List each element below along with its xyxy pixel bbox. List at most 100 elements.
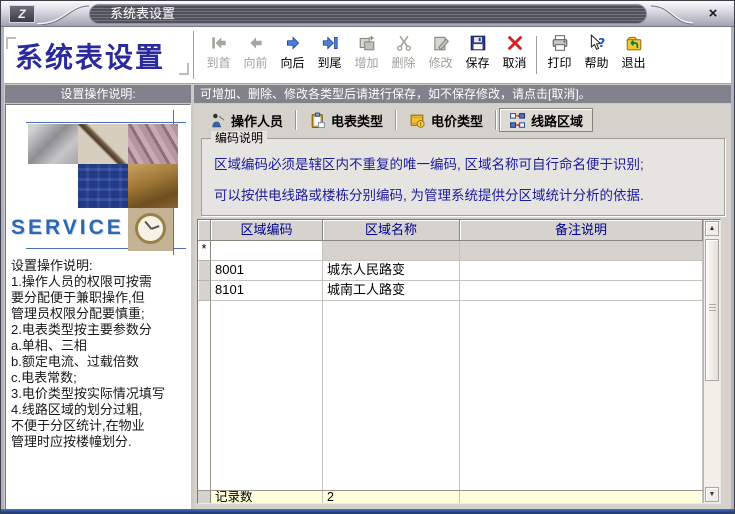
stapler-image bbox=[28, 124, 78, 164]
groupbox-title: 编码说明 bbox=[211, 131, 267, 145]
print-button[interactable]: 打印 bbox=[541, 32, 578, 80]
tab-meter-types[interactable]: 电表类型 bbox=[299, 108, 393, 132]
cell-name[interactable]: 城东人民路变 bbox=[323, 261, 460, 281]
table-row[interactable]: 8101 城南工人路变 bbox=[198, 281, 703, 301]
delete-record-button[interactable]: 删除 bbox=[385, 32, 422, 80]
modify-record-button[interactable]: 修改 bbox=[422, 32, 459, 80]
toolbar-label: 退出 bbox=[621, 54, 645, 71]
row-selector[interactable] bbox=[198, 281, 211, 301]
sidebar: SERVICE 设置操作说明: 1.操作人员的权限可按需 要分配便于兼职操作,但… bbox=[5, 104, 191, 510]
record-count-label: 记录数 bbox=[211, 491, 323, 503]
app-window: Z 系统表设置 × 系统表设置 到首 向前 向 bbox=[0, 0, 735, 514]
row-selector[interactable] bbox=[198, 261, 211, 281]
pencils-image bbox=[128, 124, 178, 164]
toolbar: 到首 向前 向后 到尾 增加 删除 bbox=[200, 32, 652, 80]
toolbar-label: 到首 bbox=[206, 54, 230, 71]
empty-code-column bbox=[211, 301, 323, 490]
tab-label: 电表类型 bbox=[331, 111, 383, 130]
toolbar-label: 删除 bbox=[391, 54, 415, 71]
first-record-button[interactable]: 到首 bbox=[200, 32, 237, 80]
table-footer-row: 记录数 2 bbox=[198, 490, 703, 503]
groupbox-text-line: 区域编码必须是辖区内不重复的唯一编码, 区域名称可自行命名便于识别; bbox=[214, 139, 714, 173]
app-logo-icon: Z bbox=[9, 5, 35, 23]
message-bar: 可增加、删除、修改各类型后请进行保存，如不保存修改，请点击[取消]。 bbox=[194, 85, 732, 103]
window-frame bbox=[731, 27, 734, 509]
cell-code[interactable] bbox=[211, 241, 323, 261]
previous-record-button[interactable]: 向前 bbox=[237, 32, 274, 80]
coding-description-groupbox: 编码说明 区域编码必须是辖区内不重复的唯一编码, 区域名称可自行命名便于识别; … bbox=[201, 138, 725, 216]
cell-code[interactable]: 8001 bbox=[211, 261, 323, 281]
save-icon bbox=[469, 34, 487, 52]
scroll-down-button[interactable]: ▼ bbox=[705, 487, 719, 502]
cancel-icon bbox=[506, 34, 524, 52]
save-button[interactable]: 保存 bbox=[459, 32, 496, 80]
exit-icon bbox=[625, 34, 643, 52]
footer-selector bbox=[198, 491, 211, 503]
watch-hand bbox=[151, 225, 159, 229]
documents-image bbox=[128, 164, 178, 208]
pocket-watch-image bbox=[128, 208, 173, 251]
window-frame-bottom bbox=[1, 509, 734, 513]
last-record-icon bbox=[321, 34, 339, 52]
cell-name[interactable]: 城南工人路变 bbox=[323, 281, 460, 301]
window-title: 系统表设置 bbox=[89, 4, 647, 24]
exit-button[interactable]: 退出 bbox=[615, 32, 652, 80]
vertical-scrollbar[interactable]: ▲ ▼ bbox=[703, 220, 720, 503]
cancel-button[interactable]: 取消 bbox=[496, 32, 533, 80]
collage-line bbox=[26, 122, 186, 123]
scroll-up-button[interactable]: ▲ bbox=[705, 221, 719, 236]
tab-line-regions[interactable]: 线路区域 bbox=[499, 108, 593, 132]
scrollbar-thumb[interactable] bbox=[705, 239, 719, 381]
titlebar[interactable]: Z 系统表设置 × bbox=[1, 1, 734, 27]
cell-note[interactable] bbox=[460, 281, 703, 301]
groupbox-text-line: 可以按供电线路或楼栋分别编码, 为管理系统提供分区域统计分析的依据. bbox=[214, 173, 714, 204]
tab-price-types[interactable]: 电价类型 bbox=[399, 108, 493, 132]
toolbar-label: 修改 bbox=[428, 54, 452, 71]
meter-clipboard-icon bbox=[309, 112, 326, 129]
table-row[interactable]: 8001 城东人民路变 bbox=[198, 261, 703, 281]
cell-code[interactable]: 8101 bbox=[211, 281, 323, 301]
toolbar-label: 保存 bbox=[465, 54, 489, 71]
column-header-note[interactable]: 备注说明 bbox=[460, 220, 703, 241]
next-record-button[interactable]: 向后 bbox=[274, 32, 311, 80]
header-bar: 系统表设置 到首 向前 向后 到尾 增加 bbox=[1, 27, 734, 84]
toolbar-label: 向后 bbox=[280, 54, 304, 71]
keyboard-image bbox=[78, 164, 128, 208]
column-header-name[interactable]: 区域名称 bbox=[323, 220, 460, 241]
watch-face bbox=[135, 213, 166, 244]
help-button[interactable]: ? 帮助 bbox=[578, 32, 615, 80]
operator-person-icon bbox=[209, 112, 226, 129]
sidebar-header-bar: 设置操作说明: bbox=[5, 85, 191, 103]
empty-selector-column bbox=[198, 301, 211, 490]
tab-operators[interactable]: 操作人员 bbox=[199, 108, 293, 132]
table-empty-area bbox=[198, 301, 703, 490]
close-button[interactable]: × bbox=[702, 5, 724, 23]
delete-record-icon bbox=[395, 34, 413, 52]
service-text: SERVICE bbox=[11, 216, 124, 240]
tab-label: 线路区域 bbox=[531, 111, 583, 130]
category-tabs: 操作人员 电表类型 电价类型 线路区域 bbox=[199, 107, 593, 133]
add-record-icon bbox=[358, 34, 376, 52]
svg-text:?: ? bbox=[598, 36, 605, 50]
last-record-button[interactable]: 到尾 bbox=[311, 32, 348, 80]
add-record-button[interactable]: 增加 bbox=[348, 32, 385, 80]
cell-name[interactable] bbox=[323, 241, 460, 261]
toolbar-label: 帮助 bbox=[584, 54, 608, 71]
first-record-icon bbox=[210, 34, 228, 52]
toolbar-label: 增加 bbox=[354, 54, 378, 71]
table-new-row[interactable]: * bbox=[198, 241, 703, 261]
titlebar-swoosh-left bbox=[35, 3, 91, 25]
next-record-icon bbox=[284, 34, 302, 52]
tab-separator bbox=[495, 110, 497, 130]
row-selector-header[interactable] bbox=[198, 220, 211, 241]
cell-note[interactable] bbox=[460, 241, 703, 261]
cell-note[interactable] bbox=[460, 261, 703, 281]
toolbar-label: 取消 bbox=[502, 54, 526, 71]
tab-label: 电价类型 bbox=[431, 111, 483, 130]
operation-instructions: 设置操作说明: 1.操作人员的权限可按需 要分配便于兼职操作,但 管理员权限分配… bbox=[6, 255, 190, 450]
modify-record-icon bbox=[432, 34, 450, 52]
column-header-code[interactable]: 区域编码 bbox=[211, 220, 323, 241]
print-icon bbox=[551, 34, 569, 52]
toolbar-separator bbox=[536, 36, 538, 74]
tab-separator bbox=[295, 110, 297, 130]
